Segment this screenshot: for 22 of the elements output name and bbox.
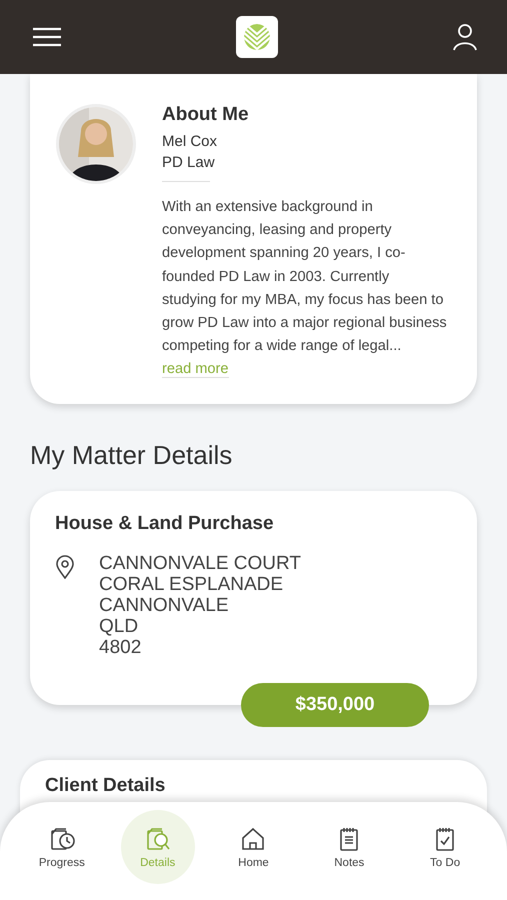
nav-tab[interactable]: Home [216,810,290,884]
section-title: Client Details [45,774,166,797]
home-icon [240,826,266,852]
location-pin-icon [55,554,75,579]
address-line: 4802 [99,636,142,658]
address-line: CANNONVALE [99,594,230,616]
nav-tab[interactable]: To Do [408,810,482,884]
address-line: QLD [99,616,140,637]
clock-document-icon [48,826,75,852]
document-search-icon [144,826,171,852]
address-line: CORAL ESPLANADE [99,574,284,595]
company-name: PD Law [162,154,216,171]
profile-button[interactable] [453,23,477,51]
bio-text: With an extensive background in conveyancing, leasing and property development spanning 20 years, I co-founded PD Law in 2003. Currently studying for my MBA, my focus has been to grow PD Law into a major regional business competing for a wide range of legal... read more [162,198,447,380]
matter-title: House & Land Purchase [55,512,275,535]
person-name: Mel Cox [162,133,218,150]
nav-tab[interactable]: Progress [24,810,99,884]
section-title: My Matter Details [30,440,234,471]
nav-tab[interactable]: Notes [312,810,386,884]
menu-button[interactable] [33,27,61,47]
address-line: CANNONVALE COURT [99,552,301,574]
card-title: About Me [162,104,250,126]
